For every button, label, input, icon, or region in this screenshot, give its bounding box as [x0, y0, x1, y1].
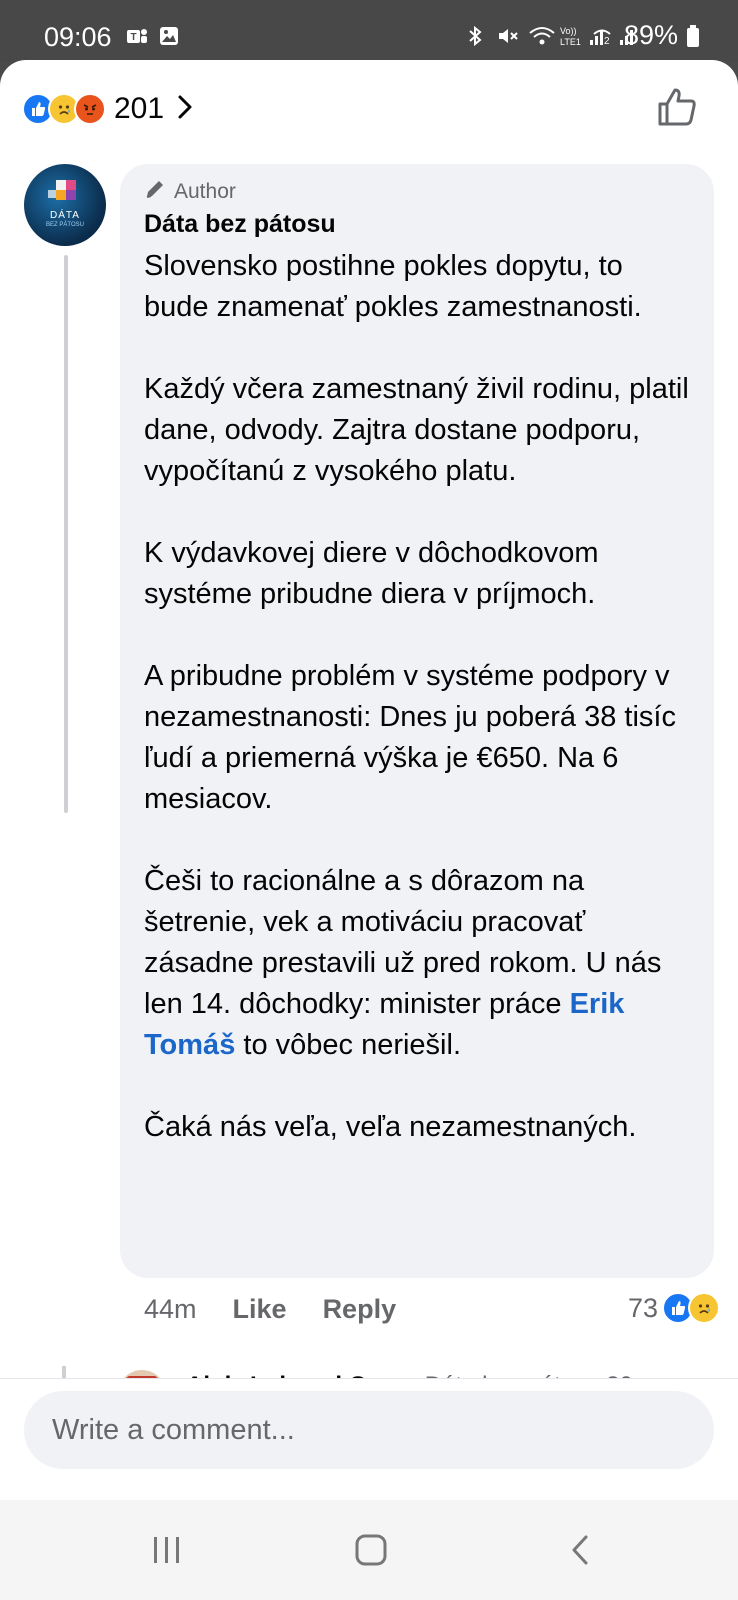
comment-reaction-count: 73 — [627, 1292, 658, 1323]
home-button[interactable] — [354, 1534, 388, 1571]
post-reactions-summary[interactable]: 201 — [22, 92, 194, 126]
chevron-right-icon — [176, 93, 194, 126]
comment-composer[interactable] — [24, 1391, 714, 1469]
recent-apps-icon — [154, 1537, 179, 1563]
thread-line — [64, 255, 68, 813]
pencil-icon — [144, 178, 166, 206]
svg-text:Vo)): Vo)) — [560, 26, 577, 36]
sad-reaction-icon — [688, 1292, 720, 1324]
svg-text:2: 2 — [604, 36, 610, 47]
battery-percent: 89% — [623, 20, 678, 50]
comment-paragraph: Slovensko postihne pokles dopytu, to bud… — [144, 250, 642, 323]
back-icon — [572, 1535, 588, 1565]
comment-paragraph: Každý včera zamestnaný živil rodinu, pla… — [144, 373, 689, 487]
home-icon — [355, 1534, 387, 1566]
signal-2-icon: 2 — [592, 24, 633, 48]
status-bar: 09:06 T Vo)) LTE1 2 89% — [0, 0, 738, 62]
author-avatar[interactable]: DÁTA BEZ PÁTOSU — [24, 164, 106, 246]
composer-bar — [0, 1378, 738, 1500]
comment-paragraph: K výdavkovej diere v dôchodkovom systéme… — [144, 537, 599, 610]
bluetooth-icon — [464, 24, 488, 48]
reply-button[interactable]: Reply — [323, 1294, 397, 1325]
comment-paragraph: Češi to racionálne a s dôrazom na šetren… — [144, 861, 694, 1066]
comment-paragraph: Čaká nás veľa, veľa nezamestnaných. — [144, 1111, 637, 1143]
system-nav-bar — [0, 1500, 738, 1600]
status-icons-right: Vo)) LTE1 2 89% — [464, 20, 710, 51]
comment-input[interactable] — [50, 1413, 654, 1448]
svg-text:T: T — [131, 32, 137, 43]
author-badge: Author — [144, 178, 236, 206]
status-time: 09:06 — [44, 22, 112, 52]
status-icons-left: T — [125, 24, 181, 48]
wifi-icon — [528, 24, 555, 48]
comment-timestamp[interactable]: 44m — [144, 1294, 197, 1325]
like-comment-button[interactable]: Like — [233, 1294, 287, 1325]
avatar-logo-subtext: BEZ PÁTOSU — [46, 222, 84, 228]
gallery-icon — [157, 24, 181, 48]
comment-actions: 44m Like Reply — [144, 1294, 396, 1325]
teams-icon: T — [125, 24, 149, 48]
mute-icon — [496, 24, 520, 48]
angry-reaction-icon — [74, 93, 106, 125]
like-post-button[interactable] — [656, 86, 698, 133]
volte-signal-icon: Vo)) LTE1 — [560, 24, 603, 48]
svg-text:LTE1: LTE1 — [560, 37, 581, 47]
comment-paragraph: A pribudne problém v systéme podpory v n… — [144, 660, 676, 815]
thumbs-up-outline-icon — [656, 88, 698, 132]
recent-apps-button[interactable] — [150, 1534, 184, 1571]
comments-sheet: 201 DÁTA BEZ PÁTOSU Author Dáta bez páto… — [0, 60, 738, 1500]
avatar-logo-text: DÁTA — [50, 210, 80, 221]
comment-author-name[interactable]: Dáta bez pátosu — [144, 210, 336, 239]
comment-paragraph-text: to vôbec neriešil. — [235, 1029, 461, 1061]
comment-bubble[interactable]: Author Dáta bez pátosu Slovensko postihn… — [120, 164, 714, 1278]
reaction-count: 201 — [114, 92, 165, 125]
back-button[interactable] — [564, 1534, 598, 1571]
comment-text: Slovensko postihne pokles dopytu, to bud… — [144, 246, 694, 1148]
comment-reactions[interactable]: 73 — [627, 1292, 720, 1324]
author-badge-label: Author — [174, 180, 236, 203]
battery-icon — [686, 24, 710, 48]
